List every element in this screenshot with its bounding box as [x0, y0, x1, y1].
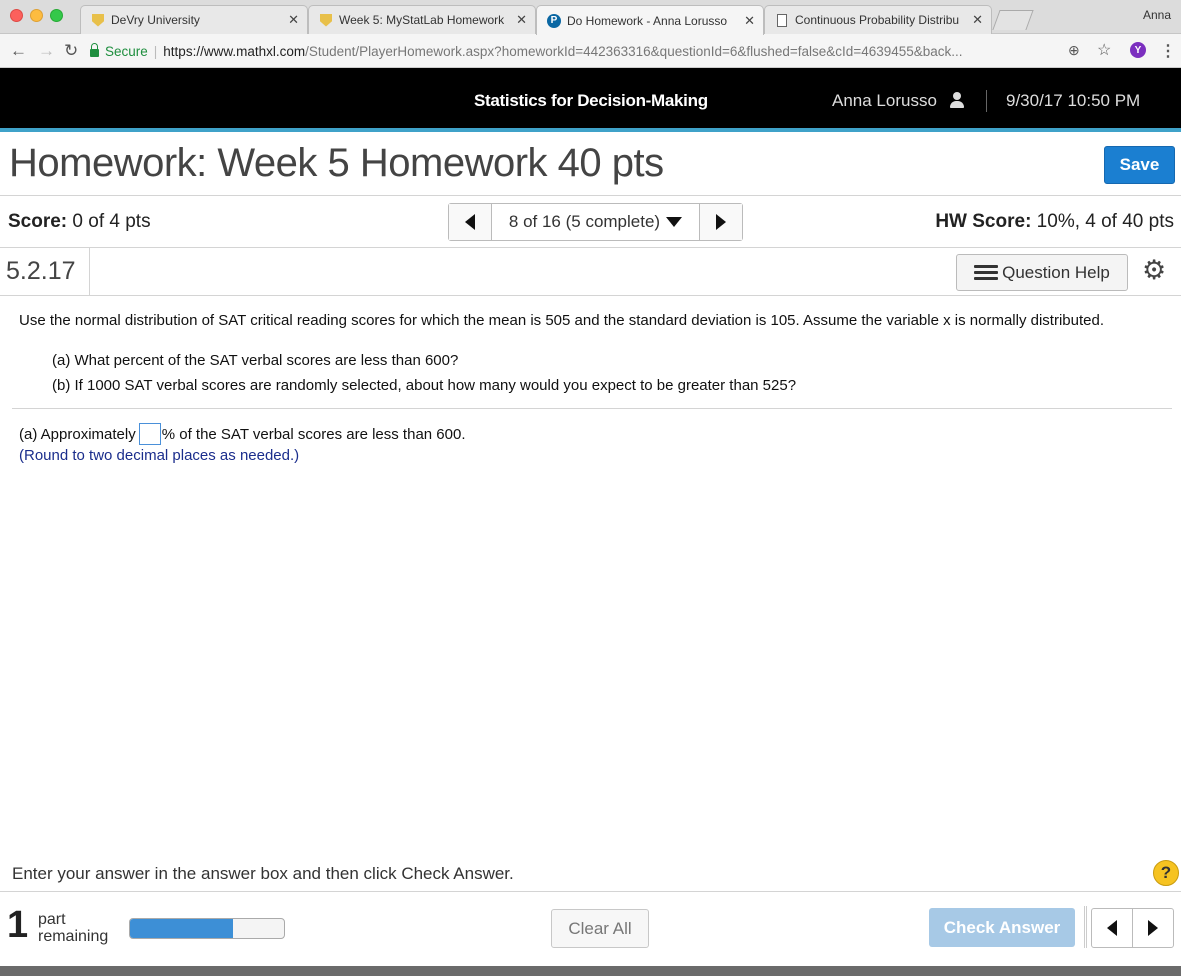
list-icon	[974, 264, 999, 281]
window-minimize-button[interactable]	[30, 9, 43, 22]
gear-icon[interactable]: ⚙	[1142, 256, 1166, 284]
answer-prefix: (a) Approximately	[19, 425, 136, 443]
reload-icon[interactable]: ↻	[64, 41, 78, 61]
zoom-icon[interactable]: ⊕	[1068, 42, 1080, 59]
address-bar[interactable]: Secure | https://www.mathxl.com/Student/…	[88, 39, 1120, 63]
app-header: Statistics for Decision-Making Anna Loru…	[0, 68, 1181, 132]
question-position: 8 of 16 (5 complete)	[508, 212, 661, 231]
question-navigator: 8 of 16 (5 complete)	[448, 203, 743, 241]
divider	[0, 295, 1181, 296]
bookmark-star-icon[interactable]: ☆	[1097, 40, 1111, 60]
browser-profile-name[interactable]: Anna	[1143, 8, 1171, 22]
tab-label: DeVry University	[111, 13, 200, 27]
homework-score: HW Score: 10%, 4 of 40 pts	[935, 211, 1174, 233]
divider	[986, 90, 987, 112]
question-score: Score: 0 of 4 pts	[8, 211, 151, 233]
answer-input[interactable]	[138, 423, 161, 445]
question-part-b: (b) If 1000 SAT verbal scores are random…	[52, 377, 797, 394]
browser-tab-continuous-probability[interactable]: Continuous Probability Distribu ✕	[764, 5, 992, 34]
progress-fill	[130, 919, 234, 938]
browser-tab-devry[interactable]: DeVry University ✕	[80, 5, 308, 34]
devry-shield-icon	[91, 13, 105, 27]
help-question-icon[interactable]: ?	[1153, 860, 1179, 886]
divider	[12, 408, 1172, 409]
divider	[0, 247, 1181, 248]
browser-toolbar: ← → ↻ Secure | https://www.mathxl.com/St…	[0, 34, 1181, 68]
footer-question-nav	[1091, 908, 1174, 948]
score-value: 0 of 4 pts	[67, 211, 151, 232]
footer-previous-button[interactable]	[1092, 909, 1133, 947]
triangle-down-icon	[666, 217, 683, 227]
browser-tab-week5[interactable]: Week 5: MyStatLab Homework ✕	[308, 5, 536, 34]
divider: |	[153, 43, 158, 59]
parts-progress-bar	[129, 918, 285, 939]
question-help-label: Question Help	[1002, 262, 1110, 282]
divider	[1084, 906, 1087, 948]
devry-shield-icon	[319, 13, 333, 27]
question-id: 5.2.17	[6, 257, 76, 285]
browser-menu-icon[interactable]: ⋮	[1160, 41, 1176, 61]
rounding-hint: (Round to two decimal places as needed.)	[19, 447, 300, 464]
question-text: Use the normal distribution of SAT criti…	[19, 312, 1104, 329]
browser-tab-do-homework[interactable]: P Do Homework - Anna Lorusso ✕	[536, 5, 764, 35]
save-button[interactable]: Save	[1104, 146, 1175, 184]
triangle-left-icon	[465, 214, 475, 230]
hw-score-value: 10%, 4 of 40 pts	[1031, 211, 1174, 232]
window-zoom-button[interactable]	[50, 9, 63, 22]
user-icon[interactable]	[950, 92, 964, 108]
tab-label: Week 5: MyStatLab Homework	[339, 13, 505, 27]
parts-remaining-label: part remaining	[38, 911, 108, 945]
clear-all-button[interactable]: Clear All	[551, 909, 649, 948]
datetime: 9/30/17 10:50 PM	[1006, 91, 1141, 110]
back-arrow-icon[interactable]: ←	[10, 41, 27, 61]
triangle-right-icon	[716, 214, 726, 230]
triangle-right-icon	[1148, 920, 1158, 936]
next-question-button[interactable]	[699, 204, 742, 240]
divider	[0, 891, 1181, 892]
triangle-left-icon	[1107, 920, 1117, 936]
question-selector-dropdown[interactable]: 8 of 16 (5 complete)	[492, 204, 699, 240]
footer-next-button[interactable]	[1133, 909, 1173, 947]
close-tab-icon[interactable]: ✕	[288, 12, 299, 28]
lock-icon	[90, 42, 99, 57]
user-name[interactable]: Anna Lorusso	[832, 91, 937, 111]
answer-suffix: % of the SAT verbal scores are less than…	[161, 425, 466, 443]
window-bottom-edge	[0, 966, 1181, 976]
parts-label-line1: part	[38, 911, 66, 928]
tab-label: Do Homework - Anna Lorusso	[567, 13, 728, 28]
forward-arrow-icon[interactable]: →	[38, 41, 55, 61]
pearson-p-icon: P	[547, 13, 561, 28]
answer-line: (a) Approximately % of the SAT verbal sc…	[19, 423, 466, 445]
check-answer-button[interactable]: Check Answer	[929, 908, 1075, 947]
page-title: Homework: Week 5 Homework 40 pts	[9, 141, 664, 185]
question-help-button[interactable]: Question Help	[956, 254, 1128, 291]
hw-score-label: HW Score:	[935, 211, 1032, 232]
url-path: /Student/PlayerHomework.aspx?homeworkId=…	[305, 43, 963, 59]
close-tab-icon[interactable]: ✕	[972, 12, 983, 28]
tab-label: Continuous Probability Distribu	[795, 13, 960, 27]
parts-label-line2: remaining	[38, 928, 109, 945]
url-host: https://www.mathxl.com	[163, 43, 306, 59]
browser-tab-bar: DeVry University ✕ Week 5: MyStatLab Hom…	[0, 0, 1181, 35]
previous-question-button[interactable]	[449, 204, 492, 240]
answer-instruction: Enter your answer in the answer box and …	[12, 864, 514, 883]
new-tab-button[interactable]	[992, 10, 1034, 30]
parts-remaining-count: 1	[7, 904, 29, 946]
document-icon	[775, 13, 789, 27]
course-title[interactable]: Statistics for Decision-Making	[474, 91, 708, 111]
question-part-a: (a) What percent of the SAT verbal score…	[52, 352, 459, 369]
window-close-button[interactable]	[10, 9, 23, 22]
score-label: Score:	[8, 211, 68, 232]
extension-icon[interactable]: Y	[1130, 42, 1146, 58]
divider	[89, 248, 90, 295]
divider	[0, 195, 1181, 196]
close-tab-icon[interactable]: ✕	[516, 12, 527, 28]
close-tab-icon[interactable]: ✕	[744, 13, 755, 29]
secure-label: Secure	[105, 43, 148, 59]
